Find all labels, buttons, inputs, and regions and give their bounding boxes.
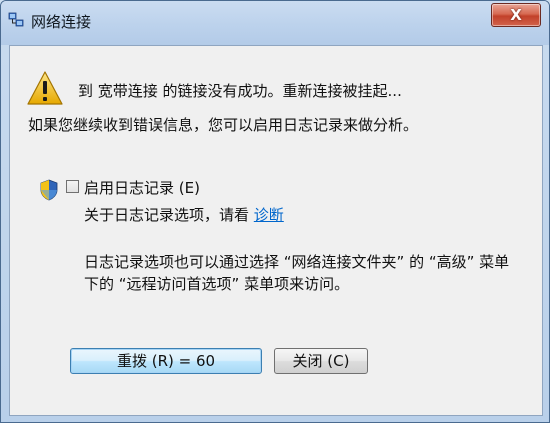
error-message-line-1: 到 宽带连接 的链接没有成功。重新连接被挂起... [78, 82, 402, 100]
enable-logging-checkbox[interactable] [66, 180, 79, 193]
diagnostics-link[interactable]: 诊断 [254, 206, 284, 224]
dialog-window: 网络连接 X 到 宽带连接 的链接没有成功。重新连接被挂起... 如果您继续收到… [0, 0, 550, 423]
enable-logging-label[interactable]: 启用日志记录 (E) [84, 177, 200, 198]
redial-button[interactable]: 重拨 (R) = 60 [70, 348, 262, 374]
diagnostics-line: 关于日志记录选项，请看 诊断 [84, 204, 284, 225]
error-message-line-2: 如果您继续收到错误信息，您可以启用日志记录来做分析。 [28, 116, 419, 134]
logging-options-note: 日志记录选项也可以通过选择 “网络连接文件夹” 的 “高级” 菜单 下的 “远程… [84, 251, 509, 295]
title-bar[interactable]: 网络连接 X [1, 1, 549, 45]
note-line-2: 下的 “远程访问首选项” 菜单项来访问。 [84, 275, 350, 293]
uac-shield-icon [40, 179, 58, 201]
warning-icon [27, 71, 63, 105]
diagnostics-prefix: 关于日志记录选项，请看 [84, 206, 254, 224]
note-line-1: 日志记录选项也可以通过选择 “网络连接文件夹” 的 “高级” 菜单 [84, 253, 510, 271]
close-icon: X [510, 6, 522, 24]
network-connection-icon [8, 12, 24, 27]
window-title: 网络连接 [31, 13, 92, 31]
close-button[interactable]: 关闭 (C) [274, 348, 368, 374]
dialog-content: 到 宽带连接 的链接没有成功。重新连接被挂起... 如果您继续收到错误信息，您可… [9, 45, 543, 416]
close-window-button[interactable]: X [491, 3, 541, 27]
